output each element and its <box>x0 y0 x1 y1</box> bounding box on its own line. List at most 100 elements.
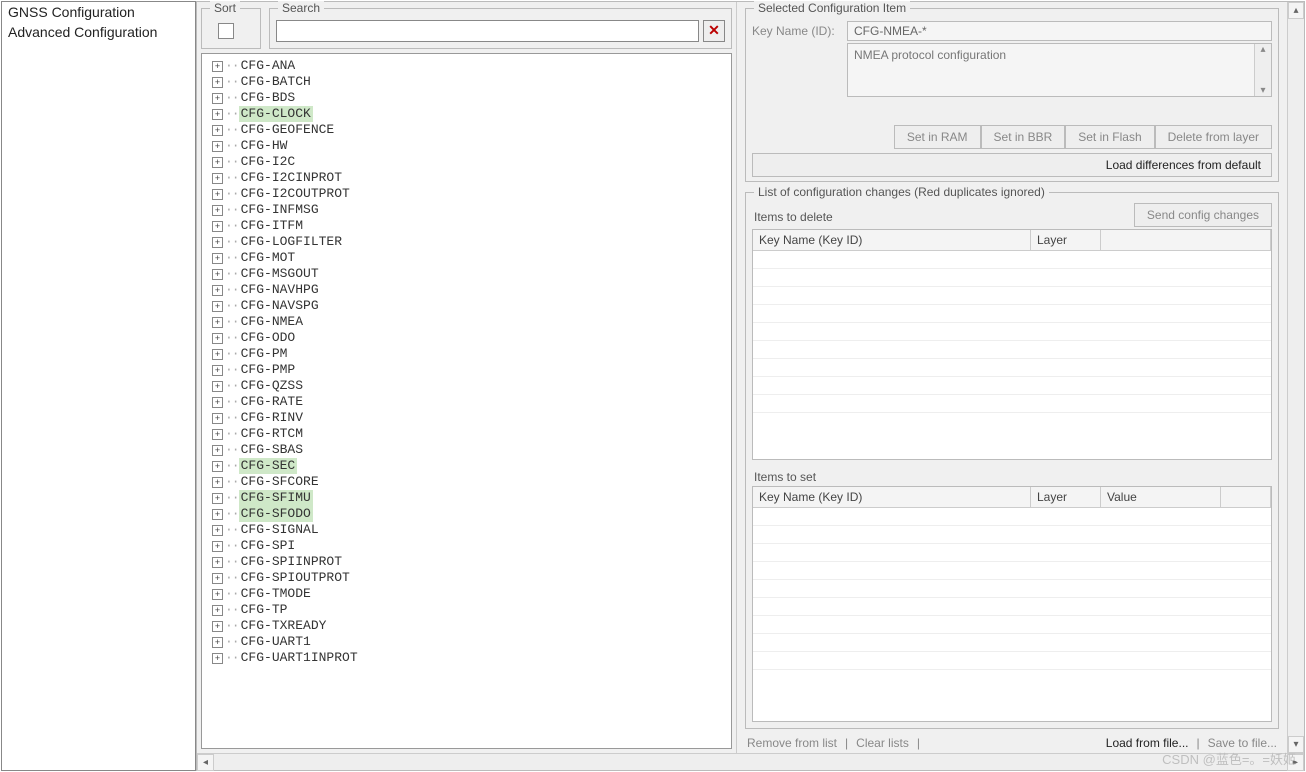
tree-item[interactable]: +··CFG-PMP <box>204 362 729 378</box>
remove-from-list-button[interactable]: Remove from list <box>747 736 837 750</box>
delete-from-layer-button[interactable]: Delete from layer <box>1155 125 1272 149</box>
del-col-key[interactable]: Key Name (Key ID) <box>753 230 1031 250</box>
tree-item[interactable]: +··CFG-I2COUTPROT <box>204 186 729 202</box>
tree-item[interactable]: +··CFG-SFODO <box>204 506 729 522</box>
expand-icon[interactable]: + <box>212 109 223 120</box>
tree-item[interactable]: +··CFG-NAVHPG <box>204 282 729 298</box>
expand-icon[interactable]: + <box>212 573 223 584</box>
tree-item[interactable]: +··CFG-SFCORE <box>204 474 729 490</box>
tree-item[interactable]: +··CFG-ANA <box>204 58 729 74</box>
tree-item[interactable]: +··CFG-TXREADY <box>204 618 729 634</box>
tree-item[interactable]: +··CFG-TP <box>204 602 729 618</box>
expand-icon[interactable]: + <box>212 173 223 184</box>
expand-icon[interactable]: + <box>212 141 223 152</box>
set-in-bbr-button[interactable]: Set in BBR <box>981 125 1066 149</box>
expand-icon[interactable]: + <box>212 541 223 552</box>
del-col-layer[interactable]: Layer <box>1031 230 1101 250</box>
tree-item[interactable]: +··CFG-CLOCK <box>204 106 729 122</box>
tree-item[interactable]: +··CFG-HW <box>204 138 729 154</box>
scroll-right-icon[interactable]: ▸ <box>1287 754 1304 771</box>
expand-icon[interactable]: + <box>212 413 223 424</box>
tree-item[interactable]: +··CFG-NAVSPG <box>204 298 729 314</box>
load-diff-button[interactable]: Load differences from default <box>752 153 1272 177</box>
expand-icon[interactable]: + <box>212 253 223 264</box>
expand-icon[interactable]: + <box>212 493 223 504</box>
expand-icon[interactable]: + <box>212 285 223 296</box>
expand-icon[interactable]: + <box>212 557 223 568</box>
expand-icon[interactable]: + <box>212 205 223 216</box>
scroll-up-icon[interactable]: ▴ <box>1288 2 1304 19</box>
expand-icon[interactable]: + <box>212 621 223 632</box>
tree-item[interactable]: +··CFG-MOT <box>204 250 729 266</box>
expand-icon[interactable]: + <box>212 237 223 248</box>
tree-item[interactable]: +··CFG-ODO <box>204 330 729 346</box>
expand-icon[interactable]: + <box>212 333 223 344</box>
expand-icon[interactable]: + <box>212 93 223 104</box>
expand-icon[interactable]: + <box>212 589 223 600</box>
set-col-key[interactable]: Key Name (Key ID) <box>753 487 1031 507</box>
clear-lists-button[interactable]: Clear lists <box>856 736 909 750</box>
expand-icon[interactable]: + <box>212 269 223 280</box>
tree-item[interactable]: +··CFG-PM <box>204 346 729 362</box>
tree-item[interactable]: +··CFG-I2C <box>204 154 729 170</box>
expand-icon[interactable]: + <box>212 317 223 328</box>
tree-item[interactable]: +··CFG-SPIINPROT <box>204 554 729 570</box>
tree-item[interactable]: +··CFG-BATCH <box>204 74 729 90</box>
expand-icon[interactable]: + <box>212 189 223 200</box>
expand-icon[interactable]: + <box>212 157 223 168</box>
search-input[interactable] <box>276 20 699 42</box>
tree-item[interactable]: +··CFG-SPIOUTPROT <box>204 570 729 586</box>
desc-scrollbar[interactable]: ▴▾ <box>1254 44 1271 96</box>
tree-item[interactable]: +··CFG-RATE <box>204 394 729 410</box>
scroll-left-icon[interactable]: ◂ <box>197 754 214 771</box>
tree-item[interactable]: +··CFG-LOGFILTER <box>204 234 729 250</box>
tree-item[interactable]: +··CFG-NMEA <box>204 314 729 330</box>
tree-item[interactable]: +··CFG-RTCM <box>204 426 729 442</box>
tree-item[interactable]: +··CFG-SIGNAL <box>204 522 729 538</box>
expand-icon[interactable]: + <box>212 381 223 392</box>
expand-icon[interactable]: + <box>212 445 223 456</box>
outer-horizontal-scrollbar[interactable]: ◂ ▸ <box>197 753 1304 770</box>
expand-icon[interactable]: + <box>212 397 223 408</box>
set-in-ram-button[interactable]: Set in RAM <box>894 125 981 149</box>
tree-item[interactable]: +··CFG-MSGOUT <box>204 266 729 282</box>
expand-icon[interactable]: + <box>212 509 223 520</box>
sidebar-item-advanced[interactable]: Advanced Configuration <box>2 22 195 42</box>
expand-icon[interactable]: + <box>212 461 223 472</box>
expand-icon[interactable]: + <box>212 637 223 648</box>
send-config-button[interactable]: Send config changes <box>1134 203 1272 227</box>
expand-icon[interactable]: + <box>212 301 223 312</box>
tree-item[interactable]: +··CFG-UART1INPROT <box>204 650 729 666</box>
expand-icon[interactable]: + <box>212 61 223 72</box>
save-to-file-button[interactable]: Save to file... <box>1208 736 1277 750</box>
tree-item[interactable]: +··CFG-BDS <box>204 90 729 106</box>
expand-icon[interactable]: + <box>212 349 223 360</box>
clear-search-button[interactable]: ✕ <box>703 20 725 42</box>
expand-icon[interactable]: + <box>212 365 223 376</box>
tree-item[interactable]: +··CFG-SBAS <box>204 442 729 458</box>
expand-icon[interactable]: + <box>212 429 223 440</box>
tree-item[interactable]: +··CFG-INFMSG <box>204 202 729 218</box>
config-tree[interactable]: +··CFG-ANA+··CFG-BATCH+··CFG-BDS+··CFG-C… <box>202 54 731 748</box>
tree-item[interactable]: +··CFG-SFIMU <box>204 490 729 506</box>
expand-icon[interactable]: + <box>212 653 223 664</box>
scroll-down-icon[interactable]: ▾ <box>1288 736 1304 753</box>
tree-item[interactable]: +··CFG-QZSS <box>204 378 729 394</box>
set-in-flash-button[interactable]: Set in Flash <box>1065 125 1154 149</box>
tree-item[interactable]: +··CFG-ITFM <box>204 218 729 234</box>
expand-icon[interactable]: + <box>212 477 223 488</box>
delete-table[interactable]: Key Name (Key ID) Layer <box>752 229 1272 460</box>
tree-item[interactable]: +··CFG-RINV <box>204 410 729 426</box>
expand-icon[interactable]: + <box>212 605 223 616</box>
expand-icon[interactable]: + <box>212 221 223 232</box>
outer-vertical-scrollbar[interactable]: ▴ ▾ <box>1287 2 1304 753</box>
load-from-file-button[interactable]: Load from file... <box>1106 736 1189 750</box>
sidebar-item-gnss[interactable]: GNSS Configuration <box>2 2 195 22</box>
expand-icon[interactable]: + <box>212 77 223 88</box>
tree-item[interactable]: +··CFG-I2CINPROT <box>204 170 729 186</box>
tree-item[interactable]: +··CFG-TMODE <box>204 586 729 602</box>
set-col-layer[interactable]: Layer <box>1031 487 1101 507</box>
set-col-value[interactable]: Value <box>1101 487 1221 507</box>
expand-icon[interactable]: + <box>212 125 223 136</box>
tree-item[interactable]: +··CFG-UART1 <box>204 634 729 650</box>
